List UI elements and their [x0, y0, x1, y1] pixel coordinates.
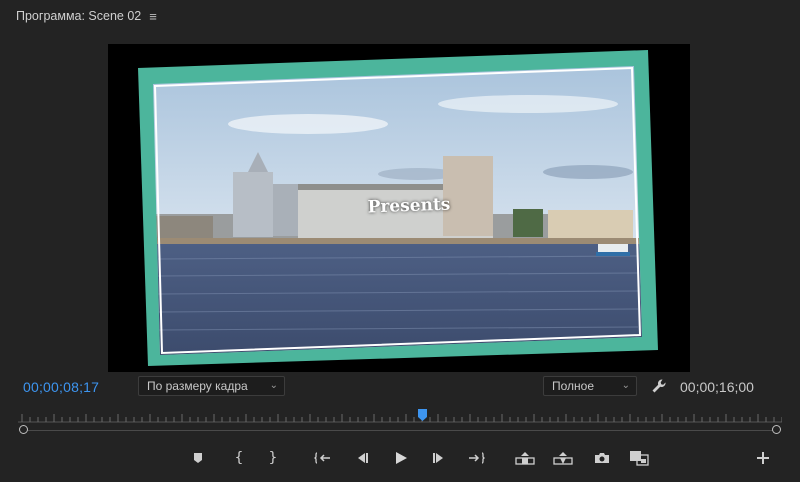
- extract-icon: [553, 452, 573, 465]
- chevron-down-icon: ⌄: [621, 380, 630, 391]
- add-marker-button[interactable]: [187, 448, 209, 468]
- export-frame-button[interactable]: [591, 448, 613, 468]
- panel-menu-icon[interactable]: ≡: [149, 9, 157, 24]
- add-marker-icon: [194, 453, 202, 463]
- add-button[interactable]: [752, 448, 774, 468]
- chevron-down-icon: ⌄: [269, 380, 278, 391]
- export-frame-icon: [595, 453, 609, 463]
- panel-title[interactable]: Программа: Scene 02: [16, 9, 141, 23]
- zoom-handle-right[interactable]: [772, 425, 781, 434]
- play-button[interactable]: [390, 448, 412, 468]
- zoom-level-value: По размеру кадра: [147, 379, 248, 393]
- play-icon: [396, 452, 407, 464]
- mark-in-icon: {: [234, 450, 244, 466]
- duration-timecode: 00;00;16;00: [680, 379, 754, 395]
- playback-resolution-select[interactable]: Полное ⌄: [543, 376, 637, 396]
- lift-icon: [515, 452, 535, 465]
- add-button-icon: [757, 452, 769, 464]
- viewer-controls-row: 00;00;08;17 По размеру кадра ⌄ Полное ⌄ …: [0, 376, 800, 398]
- extract-button[interactable]: [552, 448, 574, 468]
- zoom-level-select[interactable]: По размеру кадра ⌄: [138, 376, 285, 396]
- current-timecode[interactable]: 00;00;08;17: [23, 379, 99, 395]
- step-forward-button[interactable]: [428, 448, 450, 468]
- comparison-view-button[interactable]: [628, 448, 650, 468]
- step-back-button[interactable]: [351, 448, 373, 468]
- go-to-out-icon: [469, 452, 485, 464]
- step-back-icon: [358, 453, 368, 463]
- zoom-handle-left[interactable]: [19, 425, 28, 434]
- lift-button[interactable]: [514, 448, 536, 468]
- zoom-scroll-bar[interactable]: [24, 430, 776, 431]
- mark-out-icon: }: [268, 450, 278, 466]
- program-monitor-viewer[interactable]: Presents: [108, 44, 690, 372]
- go-to-in-icon: [314, 452, 330, 464]
- playhead-icon[interactable]: [417, 408, 428, 422]
- go-to-in-button[interactable]: [312, 448, 334, 468]
- transport-controls: { }: [0, 448, 800, 468]
- comparison-view-icon: [630, 451, 649, 466]
- panel-header: Программа: Scene 02 ≡: [0, 0, 800, 32]
- mark-out-button[interactable]: }: [262, 448, 284, 468]
- mark-in-button[interactable]: {: [228, 448, 250, 468]
- step-forward-icon: [433, 453, 443, 463]
- playback-resolution-value: Полное: [552, 379, 595, 393]
- go-to-out-button[interactable]: [465, 448, 487, 468]
- time-ruler[interactable]: [18, 410, 782, 424]
- wrench-icon[interactable]: [650, 377, 668, 395]
